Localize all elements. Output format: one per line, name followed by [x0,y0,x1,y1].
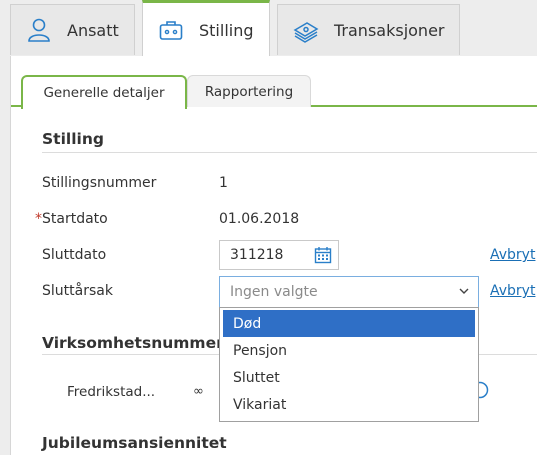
section-title-stilling: Stilling [42,130,104,148]
tab-transaksjoner-label: Transaksjoner [334,20,445,40]
tab-generelle-detaljer[interactable]: Generelle detaljer [21,75,187,109]
sub-tab-bar: Generelle detaljer Rapportering [11,75,537,109]
avbryt-link-sluttdato[interactable]: Avbryt [490,247,535,263]
sluttarsak-placeholder: Ingen valgte [230,284,318,300]
divider [42,152,537,153]
sluttarsak-label: Sluttårsak [42,283,113,299]
dropdown-option[interactable]: Død [223,310,475,337]
dropdown-option[interactable]: Vikariat [223,391,475,418]
top-tab-bar: Ansatt Stilling Transaksjoner [0,0,537,57]
tab-transaksjoner[interactable]: Transaksjoner [277,4,460,55]
sluttdato-label: Sluttdato [42,247,107,263]
virksomhet-name: Fredrikstad... [67,384,156,400]
startdato-label: *Startdato [35,211,108,227]
stillingsnummer-label: Stillingsnummer [42,175,157,191]
section-title-virksomhet: Virksomhetsnummer [42,334,224,352]
tab-rapportering[interactable]: Rapportering [187,75,311,107]
startdato-value: 01.06.2018 [219,211,300,227]
dropdown-option[interactable]: Sluttet [223,364,475,391]
section-title-jubileum: Jubileumsansiennitet [42,434,227,452]
money-stack-icon [292,16,320,44]
stillingsnummer-value: 1 [219,175,228,191]
chevron-down-icon [458,285,470,301]
sluttarsak-select[interactable]: Ingen valgte [219,276,479,308]
dropdown-option[interactable]: Pensjon [223,337,475,364]
briefcase-icon [157,16,185,44]
virksomhet-extra: ∞ [193,384,204,399]
person-icon [25,16,53,44]
avbryt-link-sluttarsak[interactable]: Avbryt [490,283,535,299]
tab-ansatt[interactable]: Ansatt [10,4,135,55]
sluttdato-value: 311218 [230,247,284,263]
tab-ansatt-label: Ansatt [67,20,119,40]
sluttarsak-dropdown-list: Død Pensjon Sluttet Vikariat [219,307,479,422]
startdato-label-text: Startdato [42,211,108,227]
calendar-icon[interactable] [314,246,332,264]
tab-stilling[interactable]: Stilling [142,0,270,57]
tab-stilling-label: Stilling [199,20,254,40]
main-panel: Generelle detaljer Rapportering Stilling… [10,56,537,455]
required-marker: * [35,211,42,227]
sluttdato-input[interactable]: 311218 [219,240,339,270]
